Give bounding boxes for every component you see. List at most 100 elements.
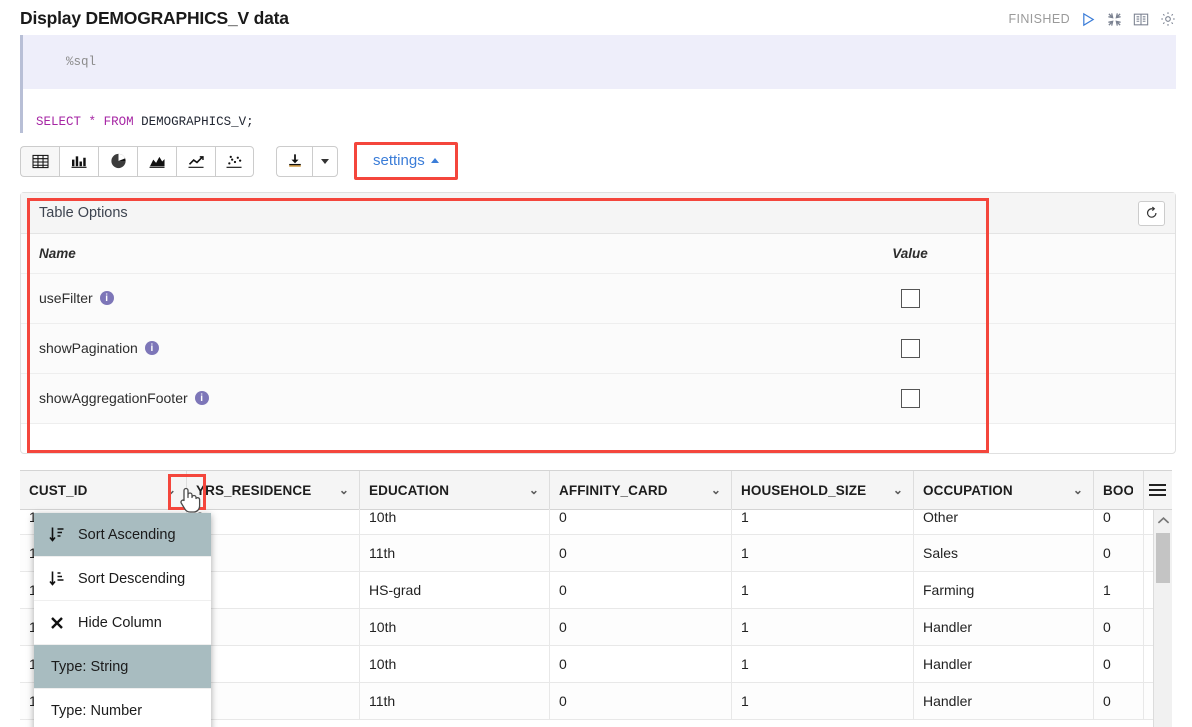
run-icon[interactable] [1081,12,1096,27]
showpagination-checkbox[interactable] [900,338,920,358]
option-name-cell: showAggregationFooter i [21,373,810,424]
table-row: showAggregationFooter i [21,373,1175,424]
menu-item-label: Sort Descending [78,570,186,587]
area-chart-button[interactable] [137,145,176,177]
showaggregationfooter-checkbox[interactable] [900,388,920,408]
cell-education: 10th [360,509,550,534]
cell-occupation: Farming [914,572,1094,608]
cell-boo: 0 [1094,535,1144,571]
menu-item-label: Type: Number [51,702,143,719]
download-caret-icon[interactable] [312,145,338,177]
cell-household-size: 1 [732,683,914,719]
column-header-occupation[interactable]: OCCUPATION ⌄ [914,471,1094,509]
chevron-down-icon[interactable]: ⌄ [166,483,176,497]
table-options-panel: Table Options Name Value useFilter i sho… [20,192,1176,454]
column-header-label: HOUSEHOLD_SIZE [741,482,867,498]
table-options-header: Table Options [21,193,1175,234]
scatter-chart-button[interactable] [215,145,254,177]
hamburger-icon[interactable] [1144,471,1172,509]
column-header-education[interactable]: EDUCATION ⌄ [360,471,550,509]
menu-item-label: Hide Column [78,614,162,631]
cell-yrs-residence: 0 [187,535,360,571]
cell-boo: 0 [1094,683,1144,719]
col-header-value: Value [810,234,1010,274]
usefilter-checkbox[interactable] [900,288,920,308]
magic-token: %sql [66,55,97,69]
status-badge: FINISHED [1008,12,1070,26]
menu-item-type-number[interactable]: Type: Number [34,689,211,727]
sql-star: * [88,115,97,129]
book-icon[interactable] [1133,12,1149,27]
table-options-header-row: Name Value [21,234,1175,274]
cell-household-size: 1 [732,509,914,534]
column-header-label: AFFINITY_CARD [559,482,668,498]
menu-item-type-string[interactable]: Type: String [34,645,211,689]
table-options-table: Name Value useFilter i showPagination i … [21,234,1175,424]
column-header-household-size[interactable]: HOUSEHOLD_SIZE ⌄ [732,471,914,509]
settings-toggle-button[interactable]: settings [373,152,439,169]
table-row: showPagination i [21,323,1175,374]
table-chart-button[interactable] [20,145,59,177]
menu-item-label: Type: String [51,658,129,675]
chevron-down-icon[interactable]: ⌄ [893,483,903,497]
caret-up-icon [430,158,439,163]
cell-education: 10th [360,646,550,682]
chevron-up-icon[interactable] [1154,510,1172,531]
cell-boo: 0 [1094,509,1144,534]
cell-occupation: Other [914,509,1094,534]
gear-icon[interactable] [1160,11,1176,27]
menu-item-label: Sort Ascending [78,526,176,543]
option-name-cell: useFilter i [21,273,810,324]
column-header-affinity-card[interactable]: AFFINITY_CARD ⌄ [550,471,732,509]
option-label: useFilter [39,290,93,306]
reset-icon[interactable] [1138,200,1165,226]
cell-affinity-card: 0 [550,535,732,571]
bar-chart-button[interactable] [59,145,98,177]
paragraph-status-bar: FINISHED [1008,11,1176,27]
cell-affinity-card: 0 [550,646,732,682]
chart-type-group [20,145,254,177]
column-header-label: CUST_ID [29,482,88,498]
chevron-down-icon[interactable]: ⌄ [711,483,721,497]
scrollbar-thumb[interactable] [1156,533,1170,583]
column-header-label: YRS_RESIDENCE [196,482,312,498]
option-name-cell: showPagination i [21,323,810,374]
option-label: showPagination [39,340,138,356]
line-chart-button[interactable] [176,145,215,177]
info-icon[interactable]: i [194,391,209,405]
sort-descending-icon [48,570,66,587]
code-line-magic[interactable]: %sql [23,35,1176,89]
grid-header-row: CUST_ID ⌄ YRS_RESIDENCE ⌄ EDUCATION ⌄ AF… [20,471,1172,510]
cell-occupation: Handler [914,683,1094,719]
cell-yrs-residence: 1 [187,609,360,645]
sql-table-name: DEMOGRAPHICS_V; [141,115,254,129]
download-icon[interactable] [276,145,312,177]
menu-item-sort-ascending[interactable]: Sort Ascending [34,513,211,557]
chevron-down-icon[interactable]: ⌄ [339,483,349,497]
cell-household-size: 1 [732,609,914,645]
settings-highlight-box: settings [354,142,458,180]
cell-occupation: Handler [914,609,1094,645]
pie-chart-button[interactable] [98,145,137,177]
grid-vertical-scrollbar[interactable] [1153,510,1172,727]
chevron-down-icon[interactable]: ⌄ [1073,483,1083,497]
menu-item-hide-column[interactable]: Hide Column [34,601,211,645]
cell-household-size: 1 [732,646,914,682]
code-line-blank[interactable] [23,89,1176,111]
code-editor[interactable]: %sql SELECT * FROM DEMOGRAPHICS_V; [20,35,1176,133]
code-line-sql[interactable]: SELECT * FROM DEMOGRAPHICS_V; [23,111,1176,133]
cell-yrs-residence: 0 [187,509,360,534]
column-header-yrs-residence[interactable]: YRS_RESIDENCE ⌄ [187,471,360,509]
chevron-down-icon[interactable]: ⌄ [529,483,539,497]
column-context-menu: Sort Ascending Sort Descending Hide Colu… [34,513,211,727]
info-icon[interactable]: i [144,341,159,355]
column-header-label: OCCUPATION [923,482,1013,498]
collapse-icon[interactable] [1107,12,1122,27]
option-label: showAggregationFooter [39,390,188,406]
column-header-boo[interactable]: BOO [1094,471,1144,509]
menu-item-sort-descending[interactable]: Sort Descending [34,557,211,601]
result-data-grid: CUST_ID ⌄ YRS_RESIDENCE ⌄ EDUCATION ⌄ AF… [20,470,1172,727]
column-header-cust-id[interactable]: CUST_ID ⌄ [20,471,187,509]
info-icon[interactable]: i [99,291,114,305]
cell-boo: 1 [1094,572,1144,608]
